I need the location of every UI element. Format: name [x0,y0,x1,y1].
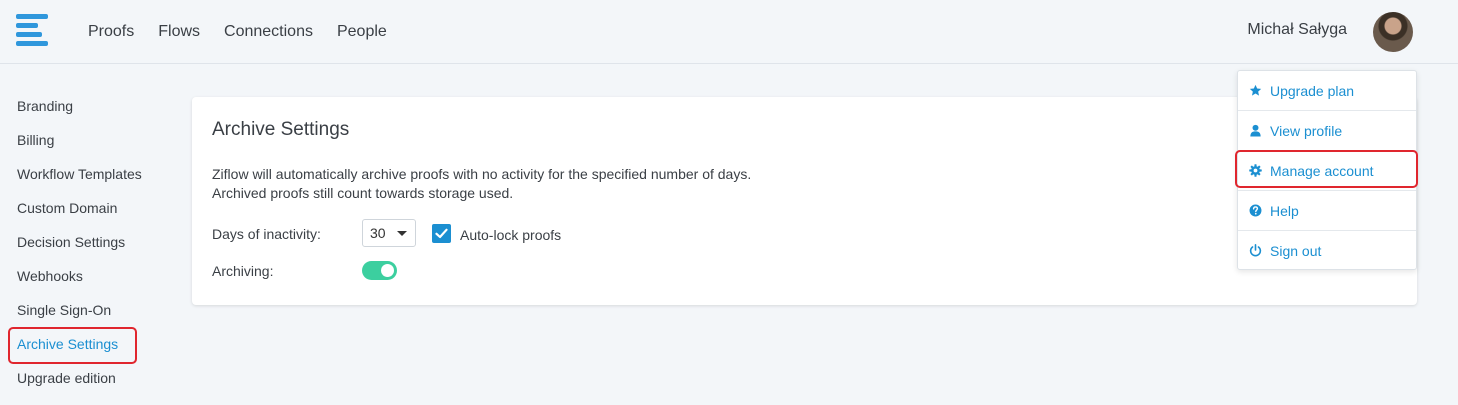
archive-description: Ziflow will automatically archive proofs… [212,165,751,203]
star-icon [1249,84,1262,96]
menu-item-view-profile[interactable]: View profile [1238,111,1416,151]
sidebar-item-single-sign-on[interactable]: Single Sign-On [17,293,142,327]
highlight-box-archive-settings [8,327,137,364]
auto-lock-checkbox[interactable] [432,224,451,243]
power-icon [1249,244,1262,257]
nav-proofs[interactable]: Proofs [88,23,134,41]
days-of-inactivity-label: Days of inactivity: [212,226,321,242]
sidebar-item-billing[interactable]: Billing [17,123,142,157]
sidebar-item-branding[interactable]: Branding [17,89,142,123]
ziflow-logo-icon[interactable] [16,14,48,46]
main-nav: Proofs Flows Connections People [76,0,399,63]
description-line-1: Ziflow will automatically archive proofs… [212,166,752,182]
menu-label: Upgrade plan [1270,83,1355,99]
page-title: Archive Settings [212,119,350,140]
toggle-knob [381,264,394,277]
menu-item-help[interactable]: Help [1238,191,1416,231]
sidebar-item-decision-settings[interactable]: Decision Settings [17,225,142,259]
menu-label: View profile [1270,123,1343,139]
archive-settings-card: Archive Settings Ziflow will automatical… [192,97,1417,305]
days-value: 30 [370,225,386,241]
user-icon [1250,124,1261,137]
nav-connections[interactable]: Connections [224,23,313,41]
nav-flows[interactable]: Flows [158,23,200,41]
auto-lock-label[interactable]: Auto-lock proofs [460,227,561,243]
menu-item-sign-out[interactable]: Sign out [1238,231,1416,271]
sidebar-item-webhooks[interactable]: Webhooks [17,259,142,293]
user-avatar[interactable] [1373,12,1413,52]
archiving-toggle[interactable] [362,261,397,280]
days-of-inactivity-select[interactable]: 30 [362,219,416,247]
menu-label: Sign out [1270,243,1322,259]
description-line-2: Archived proofs still count towards stor… [212,185,514,201]
top-bar: Proofs Flows Connections People Michał S… [0,0,1458,64]
question-circle-icon [1249,204,1262,217]
nav-people[interactable]: People [337,23,387,41]
user-name[interactable]: Michał Sałyga [1247,21,1347,39]
menu-item-upgrade-plan[interactable]: Upgrade plan [1238,71,1416,111]
sidebar-item-workflow-templates[interactable]: Workflow Templates [17,157,142,191]
checkmark-icon [435,228,448,239]
highlight-box-manage-account [1235,150,1418,188]
archiving-label: Archiving: [212,263,274,279]
caret-down-icon [397,231,407,236]
menu-label: Help [1270,203,1299,219]
sidebar-item-upgrade-edition[interactable]: Upgrade edition [17,361,142,395]
sidebar-item-custom-domain[interactable]: Custom Domain [17,191,142,225]
